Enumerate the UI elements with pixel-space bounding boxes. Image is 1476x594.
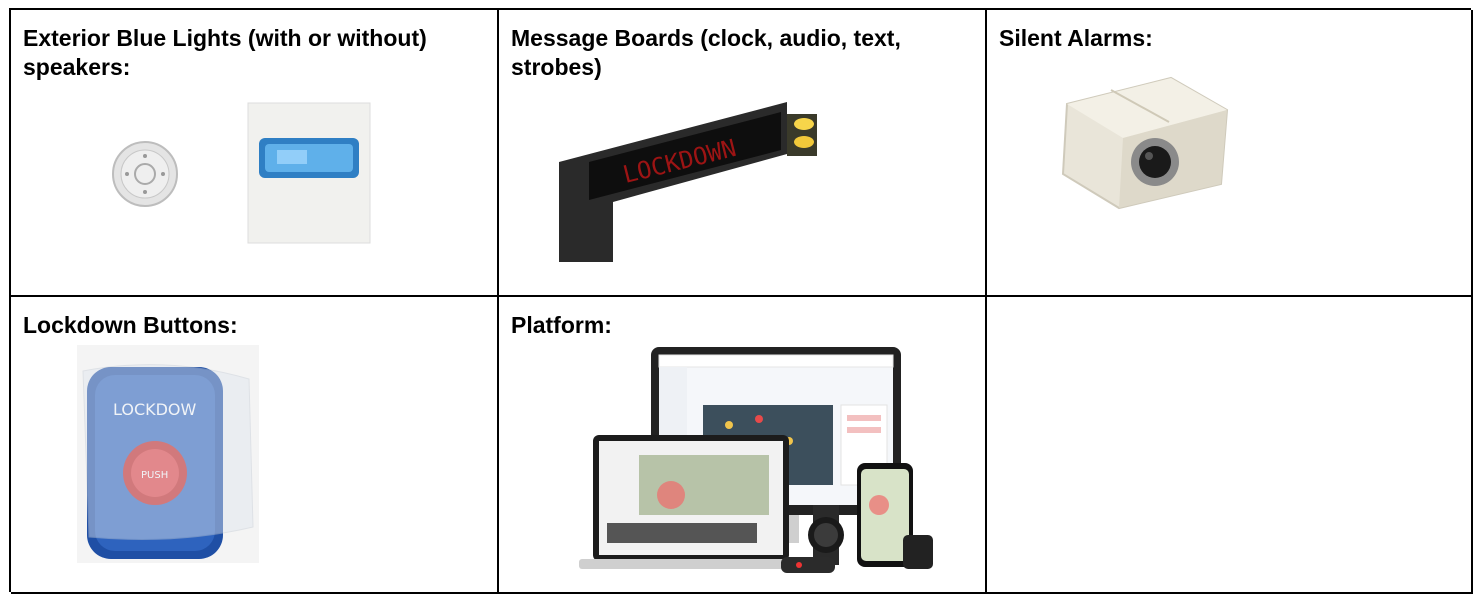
cell-title: Platform: (511, 312, 612, 338)
device-table: Exterior Blue Lights (with or without) s… (9, 8, 1473, 594)
cell-message-boards: Message Boards (clock, audio, text, stro… (499, 10, 987, 297)
cell-title: Lockdown Buttons: (23, 312, 238, 338)
cell-title: Silent Alarms: (999, 25, 1153, 51)
watch-icon (808, 505, 844, 565)
round-speaker-icon (112, 141, 178, 207)
platform-devices (579, 347, 933, 573)
cell-title: Message Boards (clock, audio, text, stro… (511, 25, 901, 80)
cell-platform: Platform: (499, 297, 987, 594)
cell-empty (987, 297, 1473, 594)
cell-lockdown-buttons: Lockdown Buttons: LOCKDOW PUSH (11, 297, 499, 594)
cell-silent-alarms: Silent Alarms: (987, 10, 1473, 297)
laptop-icon (579, 435, 803, 569)
message-board-icon: LOCKDOWN (559, 102, 817, 262)
silent-alarm-icon (1061, 76, 1229, 210)
blue-light-strobe-icon (247, 102, 371, 244)
cell-title: Exterior Blue Lights (with or without) s… (23, 25, 427, 80)
cell-exterior-blue-lights: Exterior Blue Lights (with or without) s… (11, 10, 499, 297)
lockdown-button-icon: LOCKDOW PUSH (77, 345, 259, 563)
